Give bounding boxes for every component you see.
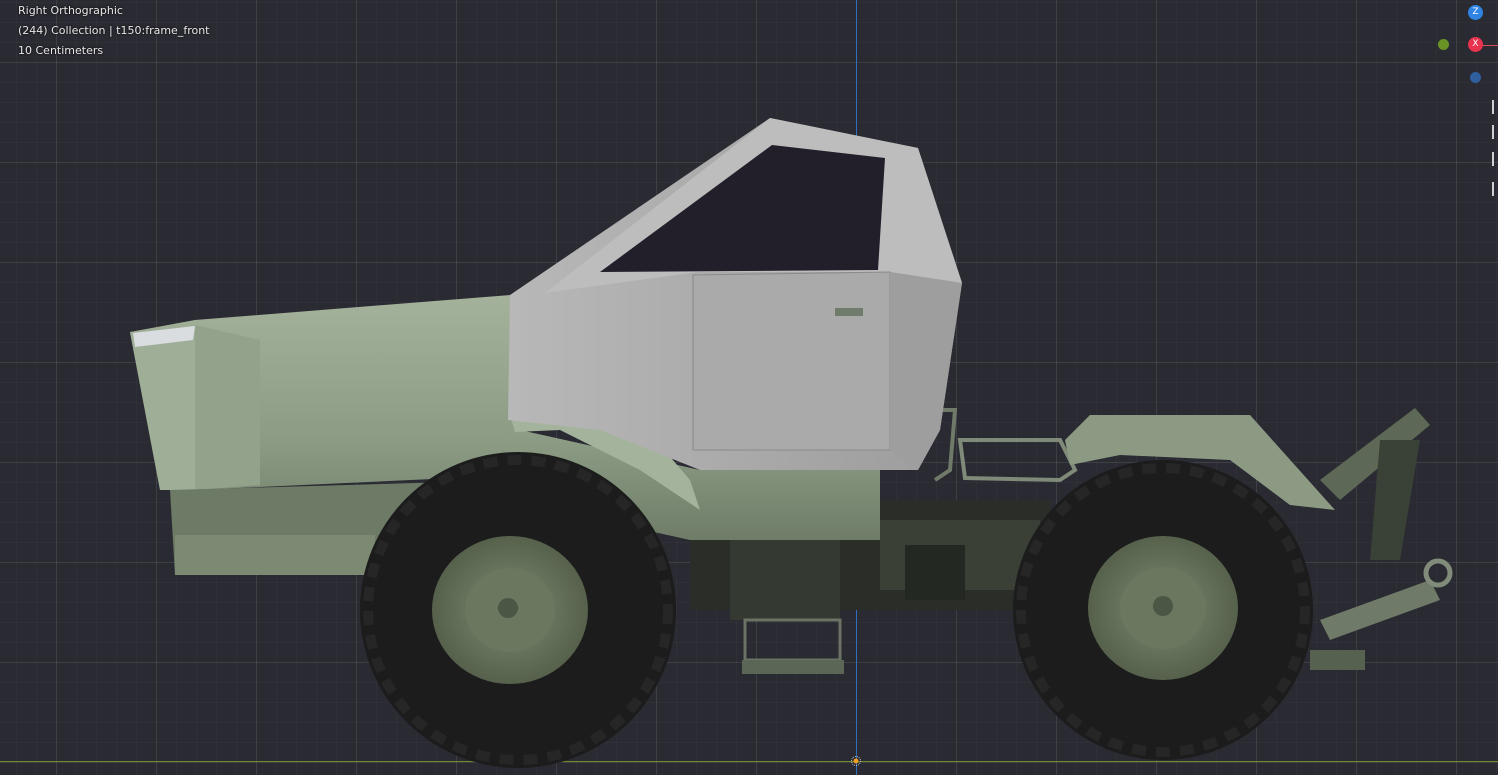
cab bbox=[508, 118, 962, 470]
navigation-gizmo[interactable]: Z X bbox=[1430, 0, 1498, 90]
view-name-label: Right Orthographic bbox=[18, 4, 123, 17]
collection-info-label: (244) Collection | t150:frame_front bbox=[18, 24, 210, 37]
rear-hitch bbox=[1310, 408, 1453, 670]
neg-z-axis-gizmo[interactable] bbox=[1470, 72, 1481, 83]
front-wheel bbox=[360, 452, 676, 768]
y-axis-gizmo[interactable] bbox=[1438, 39, 1449, 50]
scale-info-label: 10 Centimeters bbox=[18, 44, 104, 57]
x-axis-gizmo[interactable]: X bbox=[1468, 37, 1483, 52]
origin-marker-icon bbox=[851, 756, 861, 766]
tool-icon-2[interactable] bbox=[1492, 125, 1498, 139]
tractor-model[interactable] bbox=[0, 0, 1498, 775]
tool-icon-3[interactable] bbox=[1492, 152, 1498, 166]
tool-icon-1[interactable] bbox=[1492, 100, 1498, 114]
z-axis-gizmo[interactable]: Z bbox=[1468, 5, 1483, 20]
tool-icon-4[interactable] bbox=[1492, 182, 1498, 196]
rear-wheel bbox=[1013, 460, 1313, 760]
3d-viewport[interactable]: Right Orthographic (244) Collection | t1… bbox=[0, 0, 1498, 775]
